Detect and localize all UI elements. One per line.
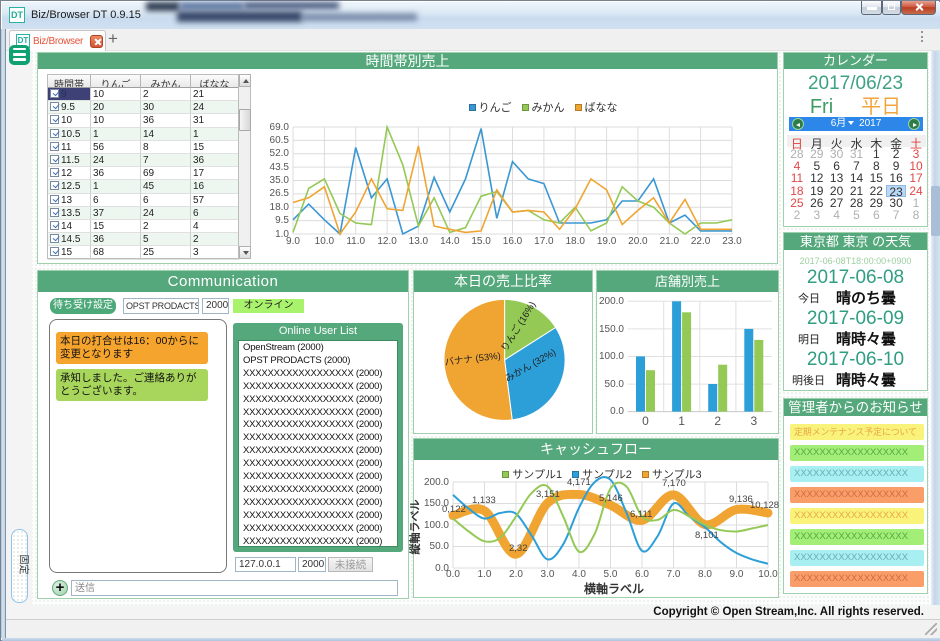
svg-text:7,170: 7,170 xyxy=(662,478,686,489)
svg-text:2,32: 2,32 xyxy=(509,543,528,554)
svg-text:6,111: 6,111 xyxy=(630,509,652,520)
svg-text:1,133: 1,133 xyxy=(472,495,496,506)
svg-text:3,151: 3,151 xyxy=(536,489,560,500)
svg-text:4,171: 4,171 xyxy=(567,477,591,488)
svg-text:8,101: 8,101 xyxy=(695,530,719,541)
svg-text:10,128: 10,128 xyxy=(750,500,779,511)
svg-text:5,146: 5,146 xyxy=(599,493,623,504)
